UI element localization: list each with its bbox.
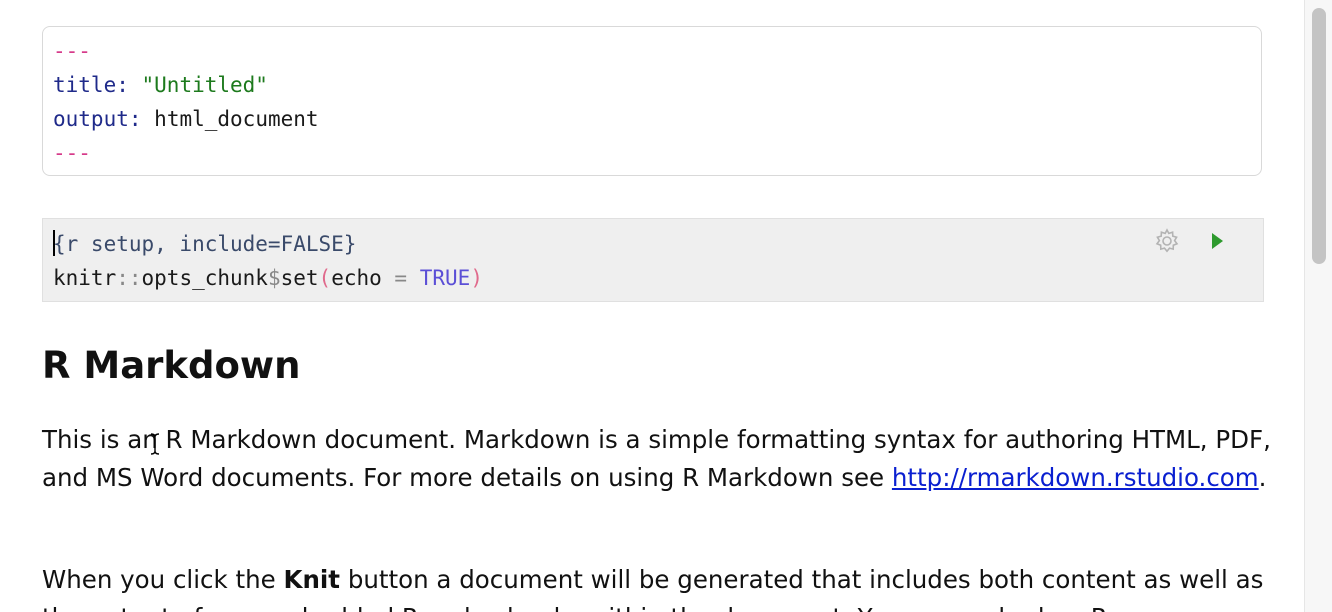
code-token-opts-chunk: opts_chunk [141, 266, 268, 290]
rmarkdown-visual-editor[interactable]: --- title: "Untitled" output: html_docum… [0, 0, 1332, 612]
knit-keyword: Knit [283, 565, 341, 594]
intro-paragraph: This is an R Markdown document. Markdown… [42, 421, 1282, 497]
intro-paragraph-end: . [1258, 463, 1267, 492]
scrollbar-thumb[interactable] [1312, 8, 1326, 264]
chunk-code-line: knitr::opts_chunk$set(echo = TRUE) [53, 266, 483, 290]
vertical-scrollbar[interactable] [1304, 0, 1332, 612]
yaml-title-value: "Untitled" [141, 73, 268, 97]
code-token-open-paren: ( [318, 266, 332, 290]
code-token-set: set [280, 266, 319, 290]
yaml-output-key: output: [53, 107, 142, 131]
yaml-title-line: title: "Untitled" [53, 73, 268, 97]
knit-paragraph-start: When you click the [42, 565, 284, 594]
code-token-knitr: knitr [53, 266, 117, 290]
gear-icon[interactable] [1153, 227, 1181, 255]
code-token-dollar: $ [267, 266, 281, 290]
yaml-header-block[interactable]: --- title: "Untitled" output: html_docum… [42, 26, 1262, 176]
yaml-output-line: output: html_document [53, 107, 319, 131]
r-code-chunk[interactable]: {r setup, include=FALSE} knitr::opts_chu… [42, 218, 1264, 302]
yaml-close-dashes: --- [53, 141, 91, 165]
yaml-output-value: html_document [154, 107, 319, 131]
play-icon[interactable] [1205, 229, 1229, 253]
knit-paragraph: When you click the Knit button a documen… [42, 561, 1282, 612]
code-token-echo: echo [331, 266, 395, 290]
code-token-equals: = [394, 266, 408, 290]
code-token-namespace-op: :: [116, 266, 142, 290]
code-token-true: TRUE [419, 266, 471, 290]
chunk-header: {r setup, include=FALSE} [53, 232, 357, 256]
yaml-open-dashes: --- [53, 39, 91, 63]
rmarkdown-link[interactable]: http://rmarkdown.rstudio.com [892, 463, 1259, 492]
section-heading: R Markdown [42, 344, 301, 387]
yaml-title-key: title: [53, 73, 129, 97]
code-token-close-paren: ) [470, 266, 483, 290]
